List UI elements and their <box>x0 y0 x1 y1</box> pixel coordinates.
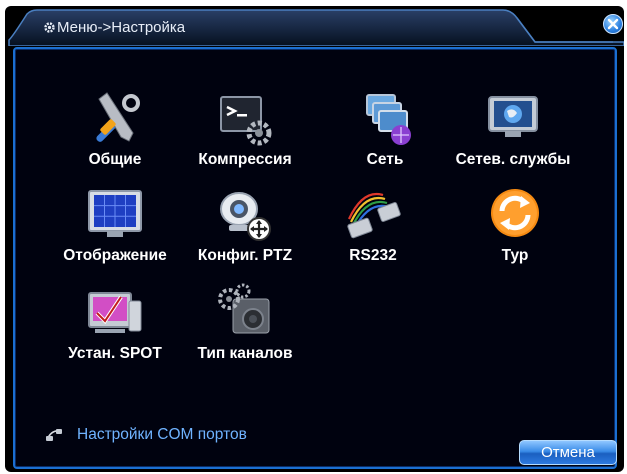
menu-item-label: Сеть <box>366 151 404 168</box>
menu-item-tour[interactable]: Тур <box>445 185 585 275</box>
com-port-settings-label: Настройки COM портов <box>77 426 247 443</box>
menu-item-label: Устан. SPOT <box>68 345 162 362</box>
menu-item-ptz-config[interactable]: Конфиг. PTZ <box>175 185 315 275</box>
menu-item-network[interactable]: Сеть <box>315 89 455 179</box>
title-bar: Меню->Настройка <box>5 6 624 46</box>
cable-connector-icon <box>343 185 403 245</box>
menu-item-display[interactable]: Отображение <box>45 185 185 275</box>
menu-item-label: Сетев. службы <box>455 151 571 168</box>
display-grid-icon <box>85 185 145 245</box>
camera-channel-icon <box>215 283 275 343</box>
menu-item-label: Тур <box>501 247 529 264</box>
menu-item-rs232[interactable]: RS232 <box>303 185 443 275</box>
settings-window: Меню->Настройка Общие Компрессия Сеть Се… <box>5 6 624 472</box>
menu-item-label: Компрессия <box>198 151 292 168</box>
menu-item-general[interactable]: Общие <box>45 89 185 179</box>
network-icon <box>355 89 415 149</box>
gear-icon <box>43 21 56 34</box>
menu-item-spot-setup[interactable]: Устан. SPOT <box>45 283 185 373</box>
tools-icon <box>85 89 145 149</box>
close-icon <box>607 18 619 30</box>
menu-item-channel-type[interactable]: Тип каналов <box>175 283 315 373</box>
settings-panel: Общие Компрессия Сеть Сетев. службы Отоб… <box>13 47 617 469</box>
terminal-gear-icon <box>215 89 275 149</box>
menu-item-compression[interactable]: Компрессия <box>175 89 315 179</box>
window-title: Меню->Настройка <box>57 19 186 36</box>
menu-item-label: Конфиг. PTZ <box>197 247 293 264</box>
menu-item-label: Тип каналов <box>197 345 293 362</box>
serial-port-icon <box>45 428 63 442</box>
close-button[interactable] <box>603 14 623 34</box>
menu-item-network-services[interactable]: Сетев. службы <box>443 89 583 179</box>
globe-monitor-icon <box>483 89 543 149</box>
refresh-icon <box>485 185 545 245</box>
spot-monitor-icon <box>85 283 145 343</box>
ptz-camera-icon <box>215 185 275 245</box>
menu-item-label: Общие <box>88 151 142 168</box>
menu-item-label: RS232 <box>349 247 397 264</box>
cancel-button[interactable]: Отмена <box>519 440 617 465</box>
menu-item-label: Отображение <box>63 247 167 264</box>
